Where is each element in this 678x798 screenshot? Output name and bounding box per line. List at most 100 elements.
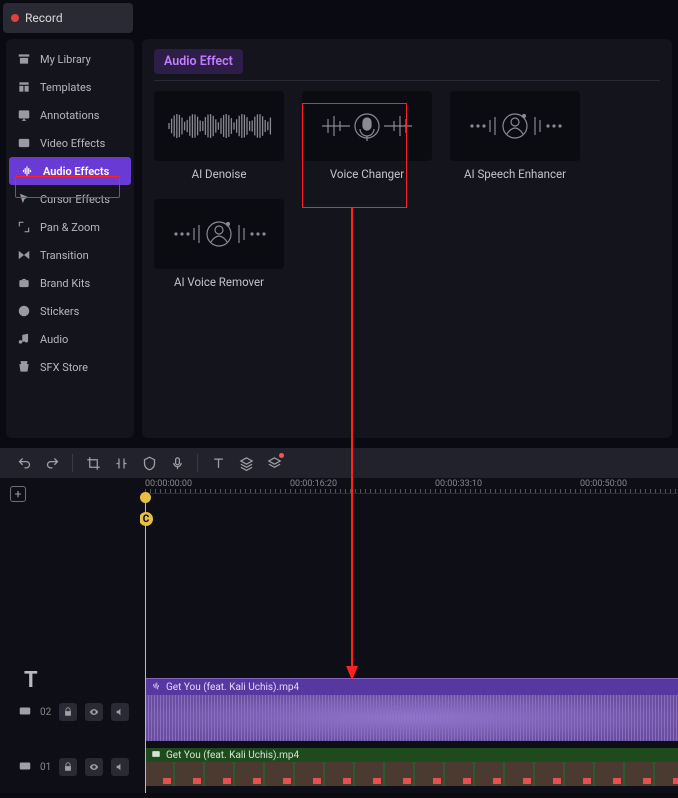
video-frame-thumb xyxy=(265,762,293,786)
effect-label: AI Speech Enhancer xyxy=(450,167,580,181)
video-frames xyxy=(145,762,678,786)
video-frame-thumb xyxy=(505,762,533,786)
crop-icon[interactable] xyxy=(81,451,105,475)
ruler-time-label: 00:00:50:00 xyxy=(580,479,627,489)
sidebar-item-transition[interactable]: Transition xyxy=(6,241,134,269)
time-ruler[interactable]: 00:00:00:00 00:00:16:20 00:00:33:10 00:00:5… xyxy=(140,478,678,494)
audio-track[interactable]: Get You (feat. Kali Uchis).mp4 xyxy=(145,678,678,740)
track-number: 02 xyxy=(40,707,51,718)
content-panel: Audio Effect AI DenoiseVoice ChangerAI S… xyxy=(142,39,672,438)
layers-dot-icon[interactable] xyxy=(262,451,286,475)
effect-ai-speech-enhancer[interactable]: AI Speech Enhancer xyxy=(450,91,580,181)
sidebar-item-label: Audio xyxy=(40,333,68,346)
audio-track-header: Get You (feat. Kali Uchis).mp4 xyxy=(145,679,678,695)
track-controls-01: 01 xyxy=(18,758,129,776)
video-frame-thumb xyxy=(565,762,593,786)
transition-icon xyxy=(16,248,32,262)
waveform-icon xyxy=(151,681,161,694)
pan-zoom-icon xyxy=(16,220,32,234)
video-track-header: Get You (feat. Kali Uchis).mp4 xyxy=(145,748,678,762)
shield-icon[interactable] xyxy=(137,451,161,475)
eye-icon[interactable] xyxy=(85,758,103,776)
video-frame-thumb xyxy=(625,762,653,786)
audio-effects-icon xyxy=(19,164,35,178)
sidebar-item-label: Pan & Zoom xyxy=(40,221,100,234)
record-button[interactable]: Record xyxy=(3,3,133,33)
mute-icon[interactable] xyxy=(111,703,129,721)
effect-thumbnail xyxy=(302,91,432,161)
video-frame-thumb xyxy=(355,762,383,786)
sidebar-item-annotations[interactable]: Annotations xyxy=(6,101,134,129)
sidebar: My Library Templates Annotations Video Effe… xyxy=(6,39,134,438)
film-icon xyxy=(151,749,161,762)
effect-thumbnail xyxy=(154,199,284,269)
video-frame-thumb xyxy=(325,762,353,786)
timeline-left-panel: + T 02 01 xyxy=(0,478,140,793)
video-frame-thumb xyxy=(145,762,173,786)
effect-label: Voice Changer xyxy=(302,167,432,181)
effect-label: AI Denoise xyxy=(154,167,284,181)
playhead[interactable]: C xyxy=(145,494,146,793)
text-tool-icon[interactable]: T xyxy=(24,668,38,693)
stickers-icon xyxy=(16,304,32,318)
effect-voice-changer[interactable]: Voice Changer xyxy=(302,91,432,181)
timeline-area: + T 02 01 00:00:00:00 00:00:16:20 00:00:33… xyxy=(0,478,678,793)
sidebar-item-audio-effects[interactable]: Audio Effects xyxy=(9,157,131,185)
add-track-button[interactable]: + xyxy=(10,486,26,502)
timeline-tracks[interactable]: 00:00:00:00 00:00:16:20 00:00:33:10 00:00:5… xyxy=(140,478,678,793)
brand-kits-icon xyxy=(16,276,32,290)
sidebar-item-audio[interactable]: Audio xyxy=(6,325,134,353)
sidebar-item-stickers[interactable]: Stickers xyxy=(6,297,134,325)
sidebar-item-my-library[interactable]: My Library xyxy=(6,45,134,73)
redo-icon[interactable] xyxy=(40,451,64,475)
timeline-toolbar xyxy=(0,448,678,478)
sidebar-item-video-effects[interactable]: Video Effects xyxy=(6,129,134,157)
layers-icon[interactable] xyxy=(234,451,258,475)
sidebar-item-brand-kits[interactable]: Brand Kits xyxy=(6,269,134,297)
video-track-filename: Get You (feat. Kali Uchis).mp4 xyxy=(166,750,299,761)
audio-track-filename: Get You (feat. Kali Uchis).mp4 xyxy=(166,682,299,693)
sidebar-item-templates[interactable]: Templates xyxy=(6,73,134,101)
track-type-icon xyxy=(18,759,32,776)
text-icon[interactable] xyxy=(206,451,230,475)
track-type-icon xyxy=(18,704,32,721)
toolbar-separator xyxy=(72,454,73,472)
record-dot-icon xyxy=(11,14,19,22)
audio-icon xyxy=(16,332,32,346)
archive-icon xyxy=(16,52,32,66)
eye-icon[interactable] xyxy=(85,703,103,721)
effect-thumbnail xyxy=(154,91,284,161)
sidebar-item-label: My Library xyxy=(40,53,91,66)
video-frame-thumb xyxy=(415,762,443,786)
video-frame-thumb xyxy=(595,762,623,786)
lock-icon[interactable] xyxy=(59,758,77,776)
sidebar-item-sfx-store[interactable]: SFX Store xyxy=(6,353,134,381)
ruler-time-label: 00:00:33:10 xyxy=(435,479,482,489)
effect-thumbnail xyxy=(450,91,580,161)
toolbar-separator xyxy=(197,454,198,472)
video-frame-thumb xyxy=(655,762,678,786)
main-split: My Library Templates Annotations Video Effe… xyxy=(0,33,678,438)
ruler-time-label: 00:00:00:00 xyxy=(145,479,192,489)
record-label: Record xyxy=(25,11,63,25)
sidebar-item-pan-zoom[interactable]: Pan & Zoom xyxy=(6,213,134,241)
sidebar-item-label: Stickers xyxy=(40,305,79,318)
mic-icon[interactable] xyxy=(165,451,189,475)
sidebar-item-label: Video Effects xyxy=(40,137,105,150)
sfx-store-icon xyxy=(16,360,32,374)
effect-ai-voice-remover[interactable]: AI Voice Remover xyxy=(154,199,284,289)
lock-icon[interactable] xyxy=(59,703,77,721)
sidebar-item-label: Templates xyxy=(40,81,91,94)
video-frame-thumb xyxy=(385,762,413,786)
sidebar-item-label: Cursor Effects xyxy=(40,193,110,206)
sidebar-item-label: Transition xyxy=(40,249,89,262)
ruler-time-label: 00:00:16:20 xyxy=(290,479,337,489)
undo-icon[interactable] xyxy=(12,451,36,475)
video-track[interactable]: Get You (feat. Kali Uchis).mp4 xyxy=(145,748,678,786)
annotations-icon xyxy=(16,108,32,122)
effect-ai-denoise[interactable]: AI Denoise xyxy=(154,91,284,181)
sidebar-item-cursor-effects[interactable]: Cursor Effects xyxy=(6,185,134,213)
playhead-badge: C xyxy=(140,512,153,526)
mute-icon[interactable] xyxy=(111,758,129,776)
split-icon[interactable] xyxy=(109,451,133,475)
